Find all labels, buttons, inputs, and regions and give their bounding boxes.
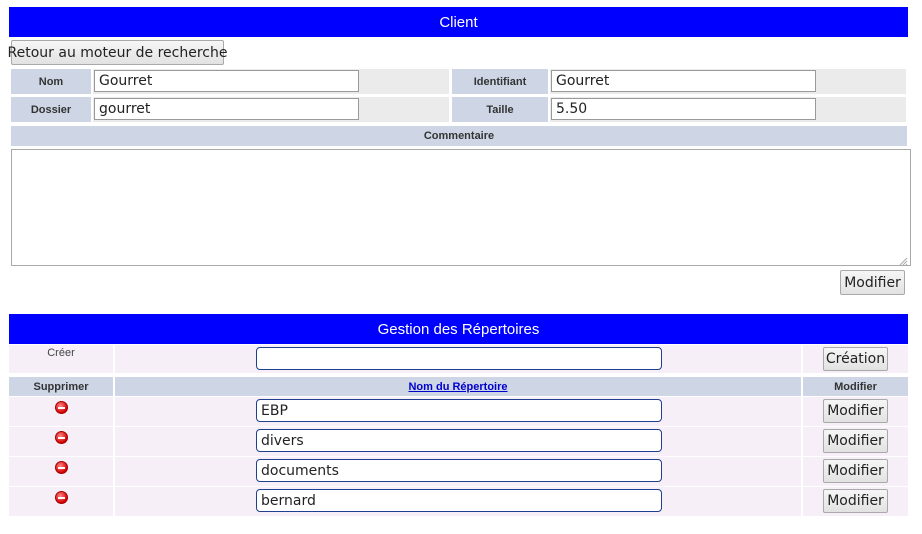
create-repertoire-input[interactable]	[256, 347, 662, 370]
delete-icon[interactable]	[55, 491, 68, 504]
create-label-cell: Créer	[9, 345, 113, 373]
identifiant-input[interactable]: Gourret	[551, 70, 816, 92]
repertoire-name-input[interactable]: divers	[256, 429, 662, 452]
create-label: Créer	[47, 347, 75, 359]
header-modify: Modifier	[803, 377, 908, 396]
client-title: Client	[439, 13, 478, 31]
repertoire-name-input[interactable]: bernard	[256, 489, 662, 512]
create-button[interactable]: Création	[823, 347, 888, 371]
client-modify-button[interactable]: Modifier	[840, 270, 905, 295]
back-to-search-button[interactable]: Retour au moteur de recherche	[8, 40, 227, 65]
identifiant-label: Identifiant	[452, 69, 548, 94]
taille-label: Taille	[452, 97, 548, 122]
nom-label: Nom	[11, 69, 91, 94]
repertoire-name-input[interactable]: documents	[256, 459, 662, 482]
repertoire-modify-button[interactable]: Modifier	[823, 459, 888, 483]
delete-icon[interactable]	[55, 461, 68, 474]
dossier-input[interactable]: gourret	[94, 98, 359, 120]
commentaire-textarea[interactable]	[11, 149, 911, 266]
repertoire-name-input[interactable]: EBP	[256, 399, 662, 422]
dossier-label: Dossier	[11, 97, 91, 122]
delete-icon[interactable]	[55, 431, 68, 444]
delete-icon[interactable]	[55, 401, 68, 414]
repertoire-modify-button[interactable]: Modifier	[823, 429, 888, 453]
commentaire-label: Commentaire	[11, 126, 907, 146]
resize-handle-icon[interactable]	[899, 254, 908, 266]
header-delete: Supprimer	[9, 377, 113, 396]
repertoires-header: Gestion des Répertoires	[9, 314, 908, 344]
header-name-cell: Nom du Répertoire	[115, 377, 801, 396]
taille-input[interactable]: 5.50	[551, 98, 816, 120]
repertoires-title: Gestion des Répertoires	[377, 320, 540, 338]
client-header: Client	[9, 7, 908, 37]
repertoire-modify-button[interactable]: Modifier	[823, 399, 888, 423]
sort-by-name-link[interactable]: Nom du Répertoire	[408, 381, 507, 393]
nom-input[interactable]: Gourret	[94, 70, 359, 92]
repertoire-modify-button[interactable]: Modifier	[823, 489, 888, 513]
